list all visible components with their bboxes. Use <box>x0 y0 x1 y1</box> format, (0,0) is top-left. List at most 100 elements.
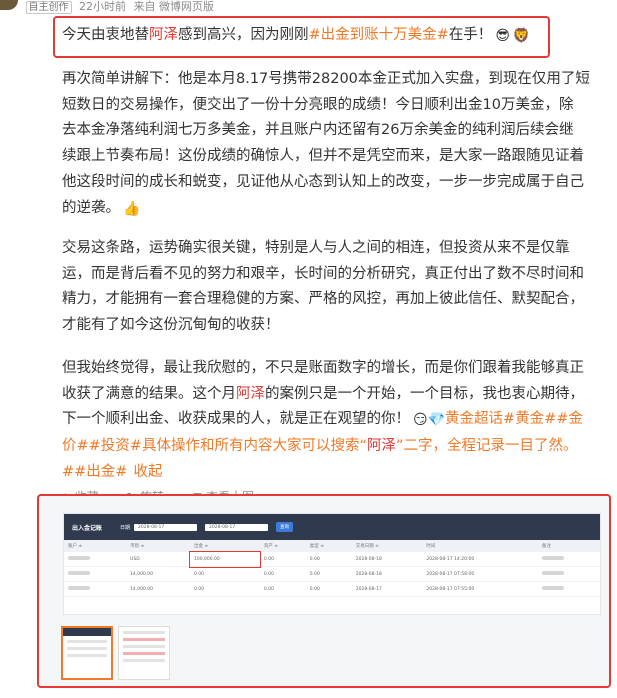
date-from: 2028-08-17 <box>134 523 198 531</box>
table-row: 14,000.00 0.00 0.00 0.00 2028-08-18 2028… <box>64 566 600 582</box>
record-table: 账户 ≑ 币别 ≑ 出金 ≑ 资产 ≑ 类型 ≑ 交易日期 ≑ 时间 备注 US… <box>64 540 600 597</box>
avatar[interactable] <box>0 0 18 10</box>
text-segment: 感到高兴，因为刚刚 <box>178 27 309 43</box>
cool-face-icon: 😎 <box>495 28 510 44</box>
post-time[interactable]: 22小时前 <box>79 0 126 13</box>
hashtag-link[interactable]: 黄金超话#黄金##金 <box>445 411 583 427</box>
original-tag: 自主创作 <box>25 1 72 14</box>
text-line: 收获了满意的结果。这个月阿泽的案例只是一个开始，一个目标，我也衷心期待， <box>62 382 610 408</box>
text-line: 运，而是背后看不见的努力和艰辛，长时间的分析研究，真正付出了数不尽时间和 <box>62 265 584 282</box>
table-row: 14,000.00 0.00 0.00 0.00 2028-08-17 2028… <box>64 581 600 597</box>
thumbnail-line <box>123 631 165 634</box>
table-cell: 0.00 <box>190 581 260 597</box>
table-cell: 14,000.00 <box>126 566 190 582</box>
hashtag-link[interactable]: ##出金# <box>62 464 127 480</box>
text-segment: 今天由衷地替 <box>62 27 149 43</box>
table-cell <box>537 566 600 582</box>
text-line: 才能有了如今这份沉甸甸的收获！ <box>62 317 280 334</box>
text-line: ##出金# 收起 <box>62 460 610 486</box>
table-cell: 0.00 <box>259 581 306 597</box>
thumbnail-line <box>123 645 165 648</box>
blurred-note <box>541 556 564 560</box>
post-first-line: 今天由衷地替阿泽感到高兴，因为刚刚#出金到账十万美金#在手！ 😎 🦁 <box>62 22 552 49</box>
smirk-diamond-icon: 😏💎 <box>413 412 446 429</box>
table-cell: 2028-08-17 <box>351 581 423 597</box>
text-segment: 收获了满意的结果。这个月 <box>62 385 236 402</box>
user-name-link[interactable]: 阿泽 <box>367 438 396 454</box>
text-line: 价##投资#具体操作和所有内容大家可以搜索“阿泽”二字，全程记录一目了然。 <box>62 434 610 460</box>
blurred-account <box>68 556 90 560</box>
column-header: 账户 ≑ <box>64 540 127 552</box>
hashtag-link[interactable]: #出金到账十万美金# <box>309 27 449 43</box>
image-attachment-frame: 出入金记账 日期 2028-08-17 2028-08-17 查询 账户 ≑ 币… <box>37 494 611 688</box>
table-cell: 2028-08-17 07:58:00 <box>422 566 538 582</box>
table-cell: 0.00 <box>305 552 352 567</box>
blurred-note <box>541 586 564 590</box>
text-line: 的逆袭。 👍 <box>62 196 610 223</box>
table-cell <box>64 552 127 567</box>
column-header: 类型 ≑ <box>305 540 352 552</box>
table-cell <box>537 552 600 567</box>
paragraph-2: 交易这条路，运势确实很关键，特别是人与人之间的相连，但投资从来不是仅靠 运，而是… <box>62 236 610 339</box>
text-segment: 下一个顺利出金、收获成果的人，就是正在观望的你！ <box>62 411 410 428</box>
blurred-account <box>68 571 90 575</box>
thumbnail-2[interactable] <box>118 626 170 680</box>
text-line: 短数日的交易操作，便交出了一份十分亮眼的成绩！今日顺利出金10万美金，除 <box>62 96 574 113</box>
screenshot-title: 出入金记账 <box>72 524 103 532</box>
text-line: 交易这条路，运势确实很关键，特别是人与人之间的相连，但投资从来不是仅靠 <box>62 240 570 256</box>
blurred-note <box>541 571 564 575</box>
column-header: 出金 ≑ <box>190 540 260 552</box>
table-cell: 2028-08-17 14:20:00 <box>422 552 538 567</box>
post-meta: 自主创作 22小时前 来自 微博网页版 <box>0 0 617 14</box>
column-header: 备注 <box>537 540 600 552</box>
thumbnail-bar <box>63 628 111 636</box>
thumbnail-line <box>67 654 107 657</box>
table-cell: 2028-08-18 <box>351 566 423 582</box>
table-cell: 0.00 <box>305 581 352 597</box>
text-line: 续跟上节奏布局！这份成绩的确惊人，但并不是凭空而来，是大家一路跟随见证着 <box>62 148 584 165</box>
lion-icon: 🦁 <box>512 28 531 44</box>
text-line: 但我始终觉得，最让我欣慰的，不只是账面数字的增长，而是你们跟着我能够真正 <box>62 360 584 376</box>
table-cell: 0.00 <box>259 552 306 567</box>
table-cell-highlighted: 100,000.00 <box>189 551 261 568</box>
column-header: 时间 <box>422 540 538 552</box>
table-cell: 14,000.00 <box>126 581 190 597</box>
user-name-link[interactable]: 阿泽 <box>236 386 265 402</box>
column-header: 币别 ≑ <box>126 540 190 552</box>
thumbnail-line <box>123 659 165 662</box>
column-header: 资产 ≑ <box>259 540 306 552</box>
text-line: 下一个顺利出金、收获成果的人，就是正在观望的你！ 😏💎黄金超话#黄金##金 <box>62 407 610 434</box>
table-cell: 2028-08-18 <box>351 552 423 567</box>
thumbnail-1[interactable] <box>61 626 113 680</box>
column-header: 交易日期 ≑ <box>351 540 423 552</box>
text-line: 去本金净落纯利润七万多美金，并且账户内还留有26万余美金的纯利润后续会继 <box>62 122 574 139</box>
table-cell: 0.00 <box>305 566 352 582</box>
table-cell: 0.00 <box>259 566 306 582</box>
table-cell: 0.00 <box>190 566 260 582</box>
table-cell <box>64 581 127 597</box>
thumbnail-line <box>67 640 107 643</box>
table-cell: 2028-08-17 07:55:00 <box>422 581 538 597</box>
thumbnail-line <box>123 638 165 641</box>
query-button: 查询 <box>276 522 294 532</box>
paragraph-1: 再次简单讲解下：他是本月8.17号携带28200本金正式加入实盘，到现在仅用了短… <box>62 67 610 222</box>
screenshot-header: 出入金记账 日期 2028-08-17 2028-08-17 查询 <box>64 514 600 540</box>
text-segment: “ <box>359 438 367 455</box>
table-cell <box>64 566 127 582</box>
blurred-account <box>68 586 90 590</box>
thumbnail-line <box>123 652 165 655</box>
hashtag-link[interactable]: 价##投资# <box>62 438 142 454</box>
text-line: 他这段时间的成长和蜕变，见证他从心态到认知上的改变，一步一步完成属于自己 <box>62 173 584 190</box>
user-name-link[interactable]: 阿泽 <box>149 27 178 43</box>
paragraph-3: 但我始终觉得，最让我欣慰的，不只是账面数字的增长，而是你们跟着我能够真正 收获了… <box>62 356 610 486</box>
thumbs-up-icon: 👍 <box>123 200 141 217</box>
screenshot-image[interactable]: 出入金记账 日期 2028-08-17 2028-08-17 查询 账户 ≑ 币… <box>63 513 601 615</box>
date-to: 2028-08-17 <box>205 523 269 531</box>
thumbnail-line <box>67 647 107 650</box>
table-cell <box>537 581 600 597</box>
collapse-link[interactable]: 收起 <box>133 464 162 480</box>
text-segment: 的案例只是一个开始，一个目标，我也衷心期待， <box>265 385 584 402</box>
text-segment: 在手！ <box>448 27 493 43</box>
table-row: USD 100,000.00 0.00 0.00 2028-08-18 2028… <box>64 551 600 568</box>
text-segment: 具体操作和所有内容大家可以搜索 <box>141 438 360 455</box>
